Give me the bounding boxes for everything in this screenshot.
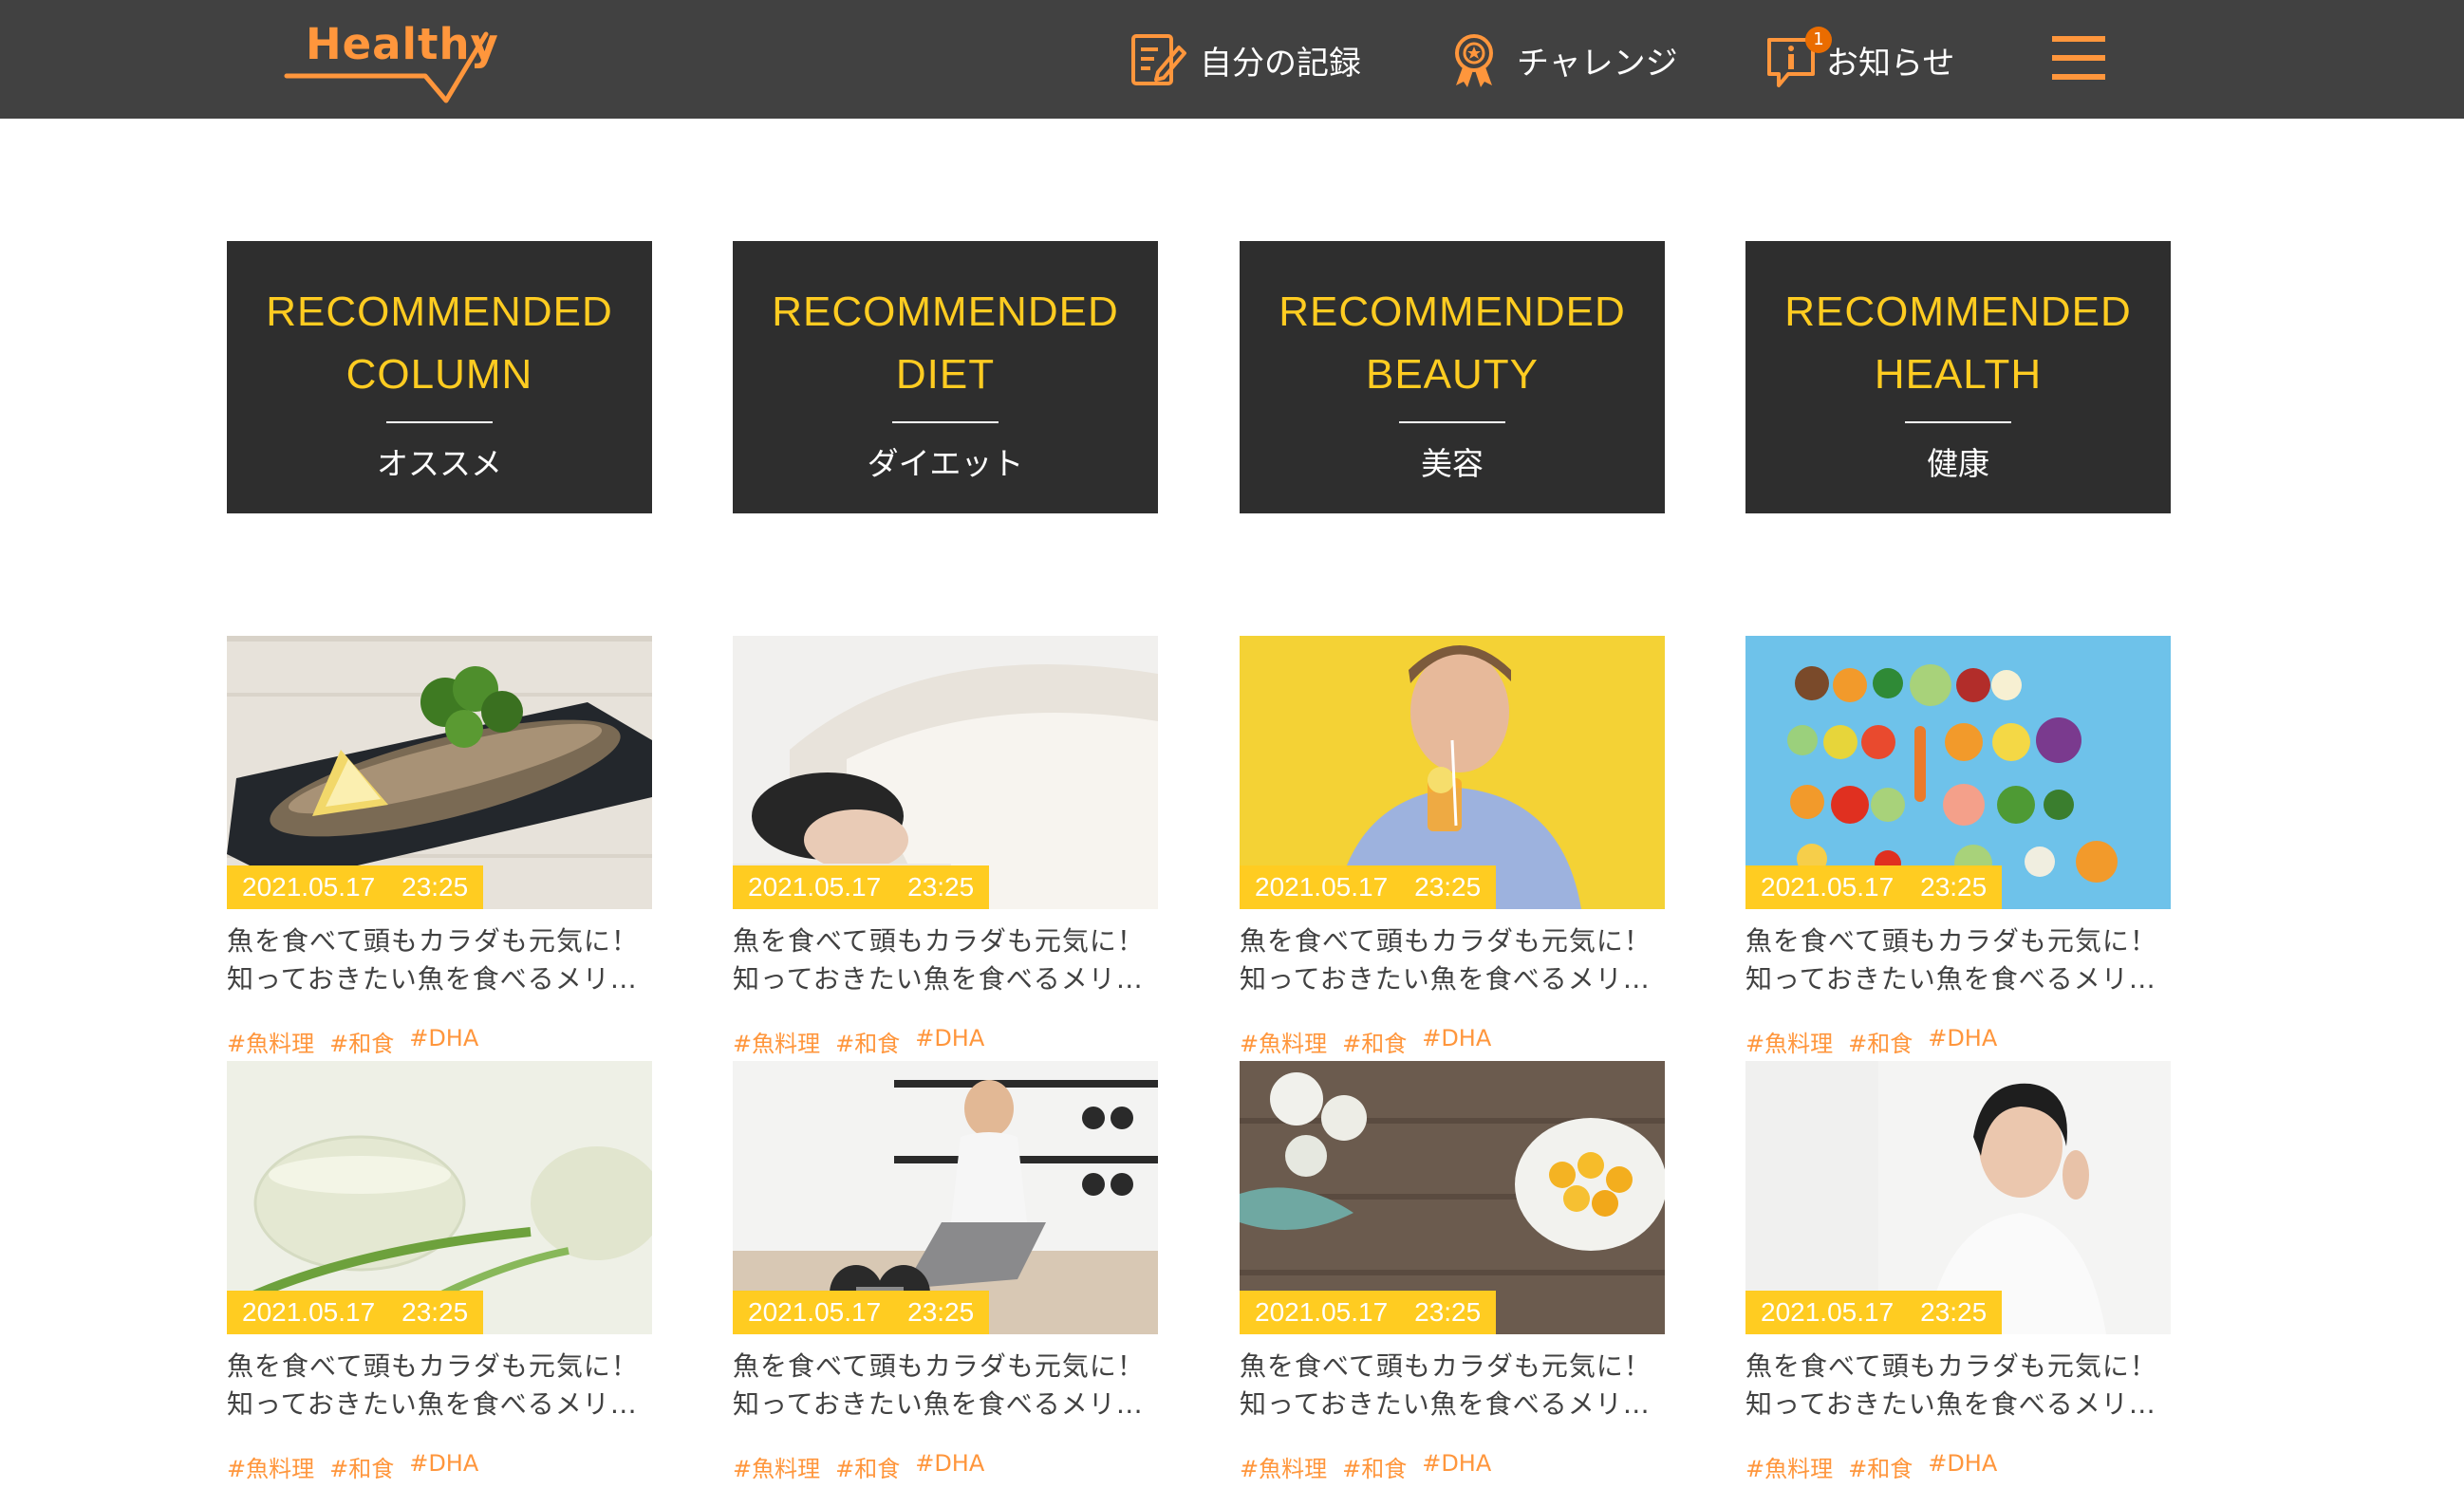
tag-list: #魚料理 #和食 #DHA bbox=[733, 1025, 984, 1058]
article-card[interactable]: 2021.05.17 23:25 魚を食べて頭もカラダも元気に！知っておきたい魚… bbox=[1240, 636, 1665, 1057]
top-header: Healthy 自分の記録 チャレンジ 1 お知らせ bbox=[0, 0, 2464, 119]
article-title[interactable]: 魚を食べて頭もカラダも元気に！知っておきたい魚を食べるメリ… bbox=[227, 1348, 656, 1423]
article-thumbnail-fruits[interactable]: 2021.05.17 23:25 bbox=[1745, 636, 2171, 909]
article-date: 2021.05.17 23:25 bbox=[1745, 865, 2003, 909]
article-title[interactable]: 魚を食べて頭もカラダも元気に！知っておきたい魚を食べるメリ… bbox=[227, 922, 656, 998]
divider bbox=[1905, 421, 2011, 423]
article-thumbnail-supplements[interactable]: 2021.05.17 23:25 bbox=[1240, 1061, 1665, 1334]
recommended-diet[interactable]: RECOMMENDED DIET ダイエット bbox=[733, 241, 1158, 513]
recommended-subtitle: オススメ bbox=[377, 445, 502, 482]
article-title[interactable]: 魚を食べて頭もカラダも元気に！知っておきたい魚を食べるメリ… bbox=[1240, 1348, 1669, 1423]
tag[interactable]: #DHA bbox=[409, 1025, 478, 1058]
tag[interactable]: #和食 bbox=[1848, 1450, 1913, 1483]
recommended-beauty[interactable]: RECOMMENDED BEAUTY 美容 bbox=[1240, 241, 1665, 513]
article-card[interactable]: 2021.05.17 23:25 魚を食べて頭もカラダも元気に！知っておきたい魚… bbox=[1745, 636, 2171, 1057]
article-date: 2021.05.17 23:25 bbox=[227, 1291, 484, 1334]
tag-list: #魚料理 #和食 #DHA bbox=[1240, 1450, 1491, 1483]
article-card[interactable]: 2021.05.17 23:25 魚を食べて頭もカラダも元気に！知っておきたい魚… bbox=[1240, 1061, 1665, 1482]
tag-list: #魚料理 #和食 #DHA bbox=[1745, 1025, 1997, 1058]
tag[interactable]: #魚料理 bbox=[733, 1450, 820, 1483]
article-date: 2021.05.17 23:25 bbox=[1745, 1291, 2003, 1334]
tag[interactable]: #DHA bbox=[915, 1025, 984, 1058]
divider bbox=[386, 421, 493, 423]
tag[interactable]: #DHA bbox=[1422, 1025, 1491, 1058]
article-thumbnail-workout[interactable]: 2021.05.17 23:25 bbox=[733, 1061, 1158, 1334]
article-card[interactable]: 2021.05.17 23:25 魚を食べて頭もカラダも元気に！知っておきたい魚… bbox=[733, 1061, 1158, 1482]
tag-list: #魚料理 #和食 #DHA bbox=[733, 1450, 984, 1483]
article-thumbnail-juice-man[interactable]: 2021.05.17 23:25 bbox=[1240, 636, 1665, 909]
info-icon: 1 bbox=[1764, 27, 1832, 91]
tag[interactable]: #魚料理 bbox=[1745, 1450, 1833, 1483]
recommended-title: RECOMMENDED DIET bbox=[772, 288, 1119, 398]
article-card[interactable]: 2021.05.17 23:25 魚を食べて頭もカラダも元気に！知っておきたい魚… bbox=[227, 1061, 652, 1482]
article-thumbnail-grilled-fish[interactable]: 2021.05.17 23:25 bbox=[227, 636, 652, 909]
nav-news-label: お知らせ bbox=[1826, 44, 1955, 83]
divider bbox=[1399, 421, 1505, 423]
recommended-column[interactable]: RECOMMENDED COLUMN オススメ bbox=[227, 241, 652, 513]
tag-list: #魚料理 #和食 #DHA bbox=[227, 1450, 478, 1483]
recommended-title: RECOMMENDED BEAUTY bbox=[1279, 288, 1626, 398]
article-card[interactable]: 2021.05.17 23:25 魚を食べて頭もカラダも元気に！知っておきたい魚… bbox=[1745, 1061, 2171, 1482]
tag[interactable]: #和食 bbox=[329, 1450, 394, 1483]
article-title[interactable]: 魚を食べて頭もカラダも元気に！知っておきたい魚を食べるメリ… bbox=[1745, 922, 2175, 998]
nav-challenge[interactable]: チャレンジ bbox=[1443, 28, 1678, 91]
tag[interactable]: #和食 bbox=[1848, 1025, 1913, 1058]
recommended-title: RECOMMENDED HEALTH bbox=[1784, 288, 2132, 398]
logo-text: Healthy bbox=[306, 19, 499, 69]
article-thumbnail-smiling-woman[interactable]: 2021.05.17 23:25 bbox=[1745, 1061, 2171, 1334]
recommended-subtitle: 美容 bbox=[1421, 445, 1484, 482]
article-thumbnail-tea[interactable]: 2021.05.17 23:25 bbox=[227, 1061, 652, 1334]
notification-badge: 1 bbox=[1805, 27, 1832, 53]
tag[interactable]: #魚料理 bbox=[1745, 1025, 1833, 1058]
tag[interactable]: #和食 bbox=[329, 1025, 394, 1058]
recommended-title: RECOMMENDED COLUMN bbox=[266, 288, 613, 398]
tag-list: #魚料理 #和食 #DHA bbox=[227, 1025, 478, 1058]
nav-challenge-label: チャレンジ bbox=[1517, 44, 1678, 83]
tag[interactable]: #魚料理 bbox=[1240, 1450, 1327, 1483]
article-date: 2021.05.17 23:25 bbox=[1240, 865, 1497, 909]
tag[interactable]: #魚料理 bbox=[227, 1450, 314, 1483]
tag[interactable]: #魚料理 bbox=[733, 1025, 820, 1058]
article-title[interactable]: 魚を食べて頭もカラダも元気に！知っておきたい魚を食べるメリ… bbox=[733, 922, 1162, 998]
article-card[interactable]: 2021.05.17 23:25 魚を食べて頭もカラダも元気に！知っておきたい魚… bbox=[733, 636, 1158, 1057]
nav-my-record-label: 自分の記録 bbox=[1200, 44, 1361, 83]
tag[interactable]: #DHA bbox=[1928, 1025, 1997, 1058]
healthy-logo[interactable]: Healthy bbox=[283, 17, 498, 107]
tag[interactable]: #DHA bbox=[1928, 1450, 1997, 1483]
article-title[interactable]: 魚を食べて頭もカラダも元気に！知っておきたい魚を食べるメリ… bbox=[733, 1348, 1162, 1423]
tag[interactable]: #魚料理 bbox=[1240, 1025, 1327, 1058]
tag[interactable]: #和食 bbox=[1342, 1025, 1407, 1058]
article-title[interactable]: 魚を食べて頭もカラダも元気に！知っておきたい魚を食べるメリ… bbox=[1240, 922, 1669, 998]
recommended-health[interactable]: RECOMMENDED HEALTH 健康 bbox=[1745, 241, 2171, 513]
article-title[interactable]: 魚を食べて頭もカラダも元気に！知っておきたい魚を食べるメリ… bbox=[1745, 1348, 2175, 1423]
nav-news[interactable]: 1 お知らせ bbox=[1764, 27, 1955, 91]
tag-list: #魚料理 #和食 #DHA bbox=[1745, 1450, 1997, 1483]
tag[interactable]: #DHA bbox=[409, 1450, 478, 1483]
divider bbox=[892, 421, 999, 423]
article-card[interactable]: 2021.05.17 23:25 魚を食べて頭もカラダも元気に！知っておきたい魚… bbox=[227, 636, 652, 1057]
nav-my-record[interactable]: 自分の記録 bbox=[1126, 28, 1361, 91]
recommended-subtitle: ダイエット bbox=[867, 445, 1024, 482]
medal-icon bbox=[1443, 28, 1505, 91]
tag[interactable]: #DHA bbox=[1422, 1450, 1491, 1483]
memo-icon bbox=[1126, 28, 1188, 91]
article-thumbnail-sleeping[interactable]: 2021.05.17 23:25 bbox=[733, 636, 1158, 909]
article-date: 2021.05.17 23:25 bbox=[227, 865, 484, 909]
article-date: 2021.05.17 23:25 bbox=[1240, 1291, 1497, 1334]
article-date: 2021.05.17 23:25 bbox=[733, 1291, 990, 1334]
tag[interactable]: #和食 bbox=[835, 1450, 900, 1483]
tag[interactable]: #魚料理 bbox=[227, 1025, 314, 1058]
tag[interactable]: #和食 bbox=[835, 1025, 900, 1058]
recommended-subtitle: 健康 bbox=[1927, 445, 1989, 482]
tag-list: #魚料理 #和食 #DHA bbox=[1240, 1025, 1491, 1058]
hamburger-menu-icon[interactable] bbox=[2052, 36, 2105, 82]
article-date: 2021.05.17 23:25 bbox=[733, 865, 990, 909]
tag[interactable]: #DHA bbox=[915, 1450, 984, 1483]
tag[interactable]: #和食 bbox=[1342, 1450, 1407, 1483]
